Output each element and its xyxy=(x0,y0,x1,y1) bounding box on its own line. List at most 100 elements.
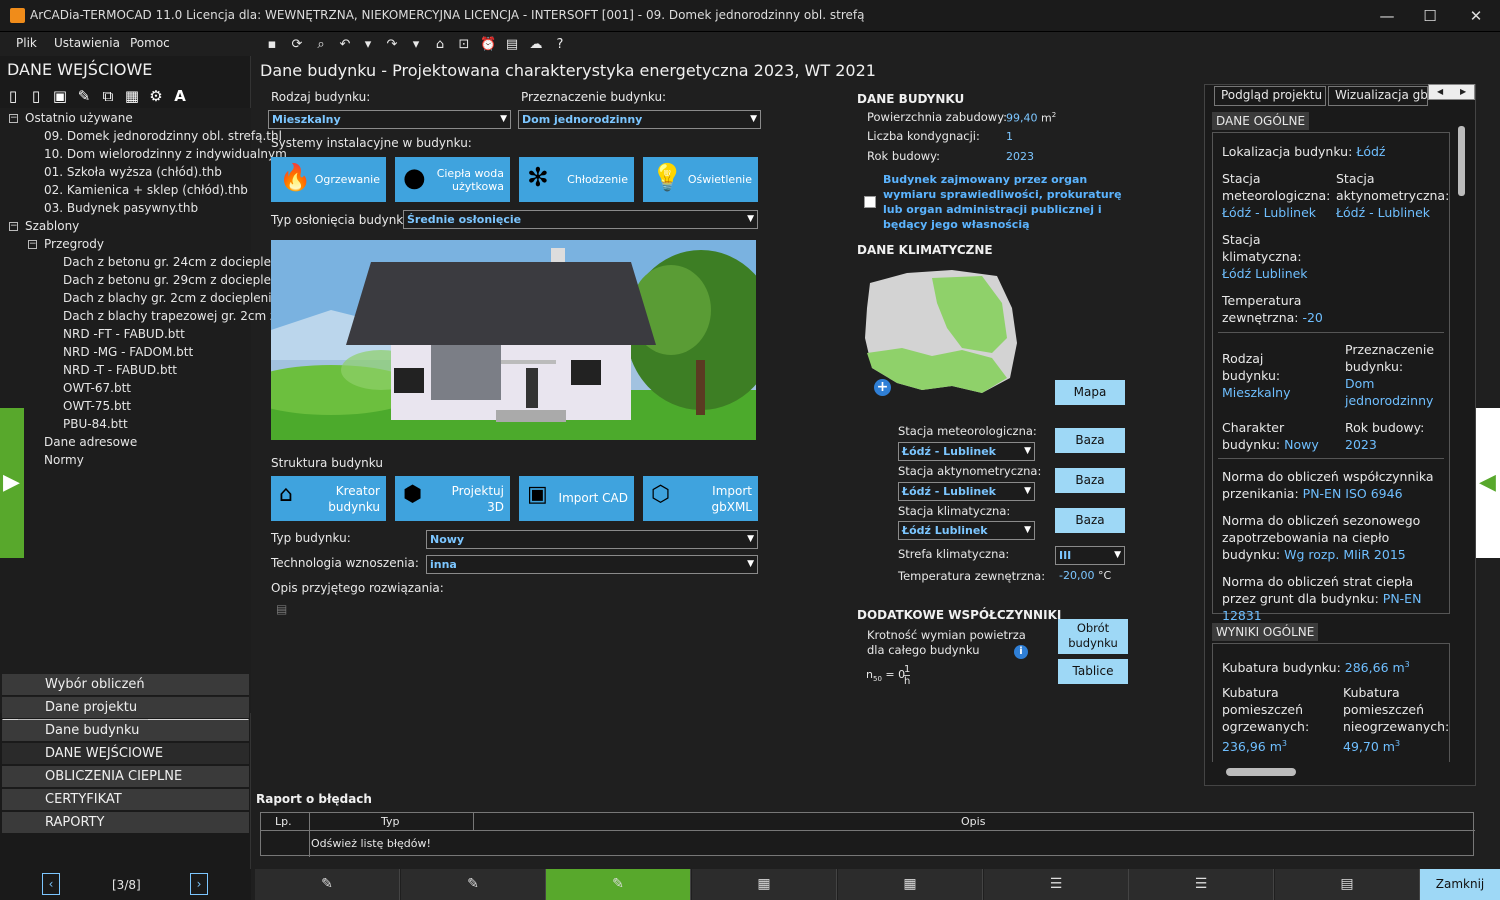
new-file-icon[interactable]: ▯ xyxy=(4,87,22,106)
bottom-tool-1[interactable]: ✎ xyxy=(255,869,400,900)
edit-description-icon[interactable]: ▤ xyxy=(276,602,287,616)
tree-partition-item[interactable]: Dach z blachy trapezowej gr. 2cm z xyxy=(63,307,276,325)
save-icon[interactable]: ▪ xyxy=(264,37,280,53)
tab-project-preview[interactable]: Podgląd projektu xyxy=(1214,86,1326,106)
building-wizard-button[interactable]: ⌂ Kreator budynku xyxy=(271,476,386,521)
add-icon[interactable]: + xyxy=(874,379,891,396)
bottom-tool-6[interactable]: ☰ xyxy=(984,869,1129,900)
judicial-checkbox[interactable] xyxy=(864,196,876,208)
clim-base-button[interactable]: Baza xyxy=(1055,508,1125,533)
menu-settings[interactable]: Ustawienia xyxy=(54,36,120,50)
undo-dropdown-icon[interactable]: ▾ xyxy=(360,37,376,53)
edit-file-icon[interactable]: ✎ xyxy=(75,87,93,106)
tree-partition-item[interactable]: Dach z betonu gr. 24cm z docieplen xyxy=(63,253,279,271)
actino-select[interactable]: Łódź - Lublinek ▼ xyxy=(898,482,1035,501)
nav-thermal-calc[interactable]: OBLICZENIA CIEPLNE xyxy=(2,766,249,788)
building-icon[interactable]: ⌂ xyxy=(432,37,448,53)
purpose-select[interactable]: Dom jednorodzinny ▼ xyxy=(518,110,761,129)
nav-reports[interactable]: RAPORTY xyxy=(2,812,249,834)
tab-gbxml-visualization[interactable]: Wizualizacja gbXML xyxy=(1328,86,1428,106)
tree-recent-item[interactable]: 01. Szkoła wyższa (chłód).thb xyxy=(44,163,222,181)
maximize-button[interactable]: ☐ xyxy=(1419,6,1441,26)
menu-file[interactable]: Plik xyxy=(16,36,37,50)
tree-partition-item[interactable]: Dach z betonu gr. 29cm z docieplen xyxy=(63,271,279,289)
hot-water-button[interactable]: ● Ciepła woda użytkowa xyxy=(395,157,510,202)
building-type-select[interactable]: Mieszkalny ▼ xyxy=(268,110,511,129)
chevron-left-icon[interactable]: ◀ xyxy=(1437,85,1443,99)
zone-select[interactable]: III ▼ xyxy=(1055,546,1125,565)
tree-norms[interactable]: Normy xyxy=(44,451,84,469)
minimize-button[interactable]: — xyxy=(1376,6,1398,26)
actino-base-button[interactable]: Baza xyxy=(1055,468,1125,493)
redo-icon[interactable]: ↷ xyxy=(384,37,400,53)
btype-select[interactable]: Nowy ▼ xyxy=(426,530,758,549)
tree-templates[interactable]: Szablony xyxy=(25,217,79,235)
nav-certificate[interactable]: CERTYFIKAT xyxy=(2,789,249,811)
tree-partition-item[interactable]: Dach z blachy gr. 2cm z dociepleni xyxy=(63,289,272,307)
left-expand-tab[interactable]: ▶ xyxy=(0,408,24,558)
refresh-errors-link[interactable]: Odśwież listę błędów! xyxy=(311,837,431,850)
bottom-tool-8[interactable]: ▤ xyxy=(1275,869,1420,900)
bottom-tool-3[interactable]: ✎ xyxy=(546,869,691,900)
tables-button[interactable]: Tablice xyxy=(1058,659,1128,684)
lock-icon[interactable]: ⊡ xyxy=(456,37,472,53)
nav-project-data[interactable]: Dane projektu xyxy=(2,697,249,719)
tree-partitions[interactable]: Przegrody xyxy=(44,235,104,253)
clim-select[interactable]: Łódź Lublinek ▼ xyxy=(898,521,1035,540)
font-icon[interactable]: A xyxy=(171,87,189,106)
collapse-icon[interactable]: − xyxy=(28,240,37,249)
tab-scroll[interactable]: ◀ ▶ xyxy=(1428,84,1475,100)
next-page-button[interactable]: › xyxy=(190,873,208,895)
collapse-icon[interactable]: − xyxy=(9,114,18,123)
redo-dropdown-icon[interactable]: ▾ xyxy=(408,37,424,53)
lighting-button[interactable]: 💡 Oświetlenie xyxy=(643,157,758,202)
nav-calc-choice[interactable]: Wybór obliczeń xyxy=(2,674,249,696)
tree-recent-item[interactable]: 03. Budynek pasywny.thb xyxy=(44,199,198,217)
refresh-icon[interactable]: ⟳ xyxy=(289,37,305,53)
tree-recent-item[interactable]: 09. Domek jednorodzinny obl. strefą.thl xyxy=(44,127,282,145)
calc-file-icon[interactable]: ▦ xyxy=(123,87,141,106)
import-cad-button[interactable]: ▣ Import CAD xyxy=(519,476,634,521)
tree-recent-item[interactable]: 02. Kamienica + sklep (chłód).thb xyxy=(44,181,248,199)
settings-file-icon[interactable]: ⚙ xyxy=(147,87,165,106)
meteo-select[interactable]: Łódź - Lublinek ▼ xyxy=(898,442,1035,461)
close-window-button[interactable]: ✕ xyxy=(1465,6,1487,26)
new-template-icon[interactable]: ▯ xyxy=(27,87,45,106)
heating-button[interactable]: 🔥 Ogrzewanie xyxy=(271,157,386,202)
document-icon[interactable]: ▤ xyxy=(504,37,520,53)
cloud-upload-icon[interactable]: ☁ xyxy=(528,37,544,53)
menu-help[interactable]: Pomoc xyxy=(130,36,170,50)
help-icon[interactable]: ? xyxy=(552,37,568,53)
map-button[interactable]: Mapa xyxy=(1055,380,1125,405)
prev-page-button[interactable]: ‹ xyxy=(42,873,60,895)
tree-partition-item[interactable]: OWT-67.btt xyxy=(63,379,131,397)
meteo-base-button[interactable]: Baza xyxy=(1055,428,1125,453)
nav-building-data[interactable]: Dane budynku xyxy=(2,720,249,742)
undo-icon[interactable]: ↶ xyxy=(337,37,353,53)
copy-file-icon[interactable]: ⧉ xyxy=(99,87,117,106)
judicial-label[interactable]: Budynek zajmowany przez organ wymiaru sp… xyxy=(883,172,1123,232)
preview-horizontal-scrollbar[interactable] xyxy=(1210,765,1450,779)
tree-partition-item[interactable]: NRD -FT - FABUD.btt xyxy=(63,325,185,343)
tree-recent-item[interactable]: 10. Dom wielorodzinny z indywidualnym xyxy=(44,145,287,163)
preview-vertical-scrollbar[interactable] xyxy=(1455,112,1468,764)
tree-partition-item[interactable]: OWT-75.btt xyxy=(63,397,131,415)
tree-recent[interactable]: Ostatnio używane xyxy=(25,109,133,127)
collapse-icon[interactable]: − xyxy=(9,222,18,231)
tree-address[interactable]: Dane adresowe xyxy=(44,433,137,451)
alarm-icon[interactable]: ⏰ xyxy=(480,37,496,53)
nav-input-data[interactable]: DANE WEJŚCIOWE xyxy=(2,743,249,765)
import-gbxml-button[interactable]: ⬡ Import gbXML xyxy=(643,476,758,521)
design-3d-button[interactable]: ⬢ Projektuj 3D xyxy=(395,476,510,521)
rotate-building-button[interactable]: Obrót budynku xyxy=(1058,619,1128,654)
tech-select[interactable]: inna ▼ xyxy=(426,555,758,574)
tree-partition-item[interactable]: NRD -T - FABUD.btt xyxy=(63,361,177,379)
close-button[interactable]: Zamknij xyxy=(1420,869,1500,900)
right-collapse-tab[interactable]: ◀ xyxy=(1476,408,1500,558)
tree-partition-item[interactable]: NRD -MG - FADOM.btt xyxy=(63,343,193,361)
tree-partition-item[interactable]: PBU-84.btt xyxy=(63,415,128,433)
bottom-tool-2[interactable]: ✎ xyxy=(401,869,546,900)
preview-icon[interactable]: ⌕ xyxy=(313,37,329,53)
save-file-icon[interactable]: ▣ xyxy=(51,87,69,106)
cooling-button[interactable]: ✻ Chłodzenie xyxy=(519,157,634,202)
